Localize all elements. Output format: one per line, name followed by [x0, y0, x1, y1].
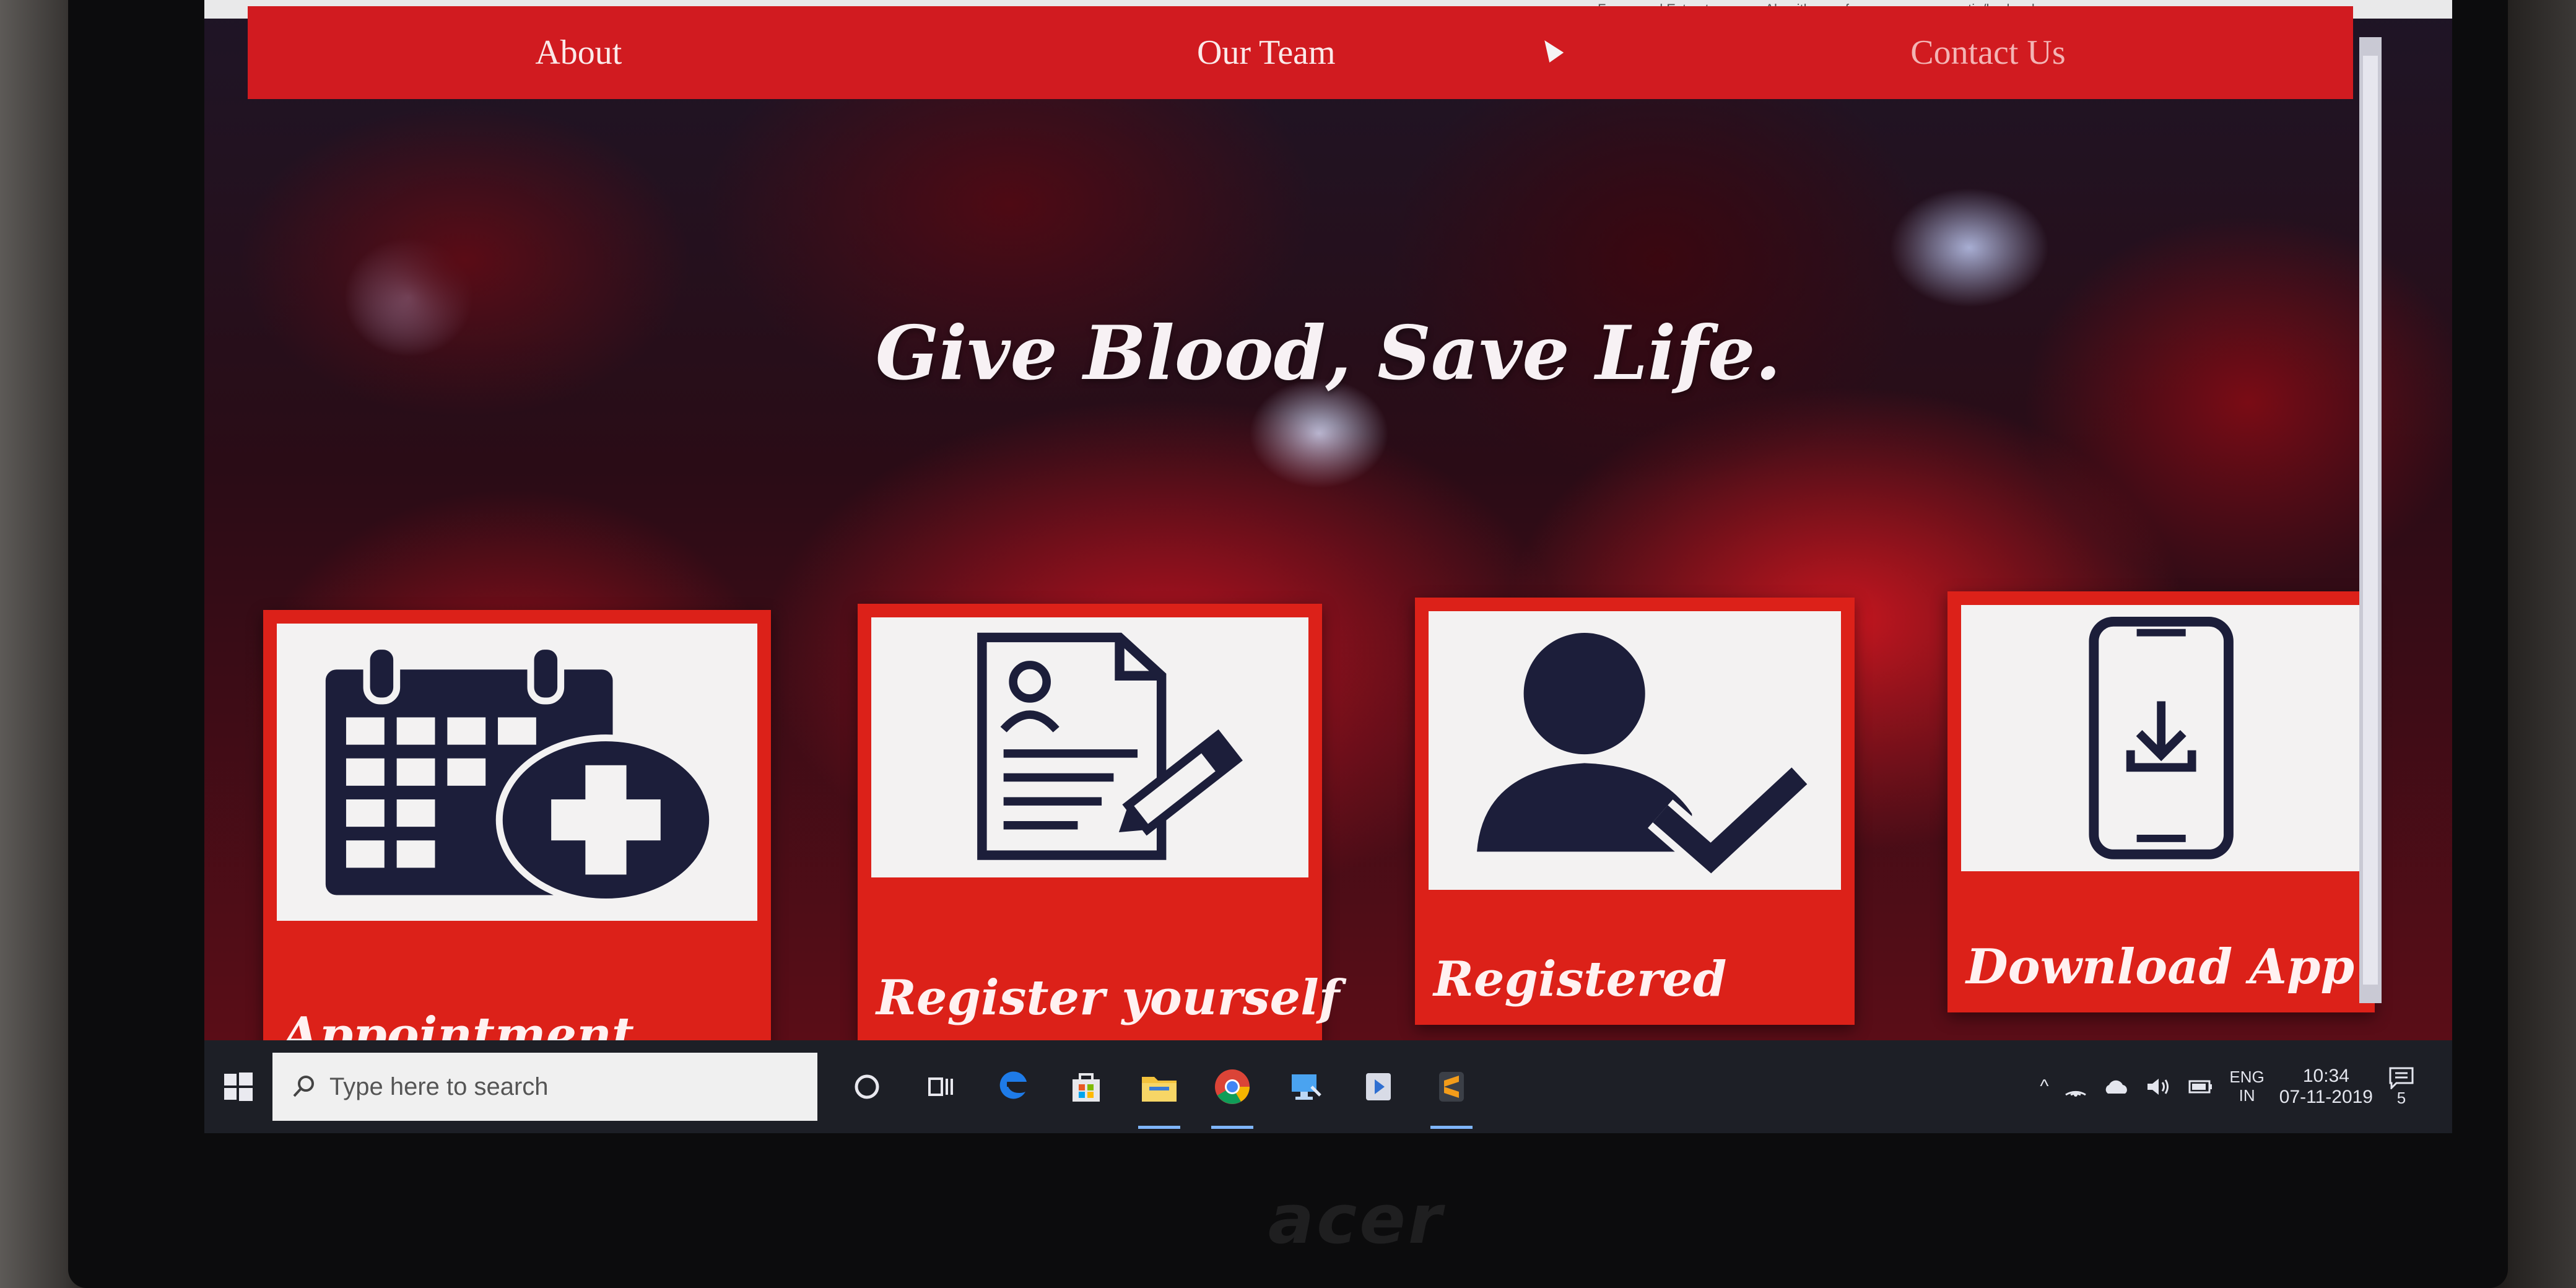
page-scrollbar[interactable]	[2359, 37, 2382, 1003]
remote-desktop-icon[interactable]	[1281, 1062, 1330, 1112]
calendar-plus-icon	[325, 643, 716, 906]
file-explorer-icon[interactable]	[1134, 1062, 1184, 1129]
media-player-icon[interactable]	[1354, 1062, 1403, 1112]
battery-icon[interactable]	[2187, 1077, 2214, 1096]
store-icon[interactable]	[1061, 1062, 1111, 1112]
start-button[interactable]	[204, 1040, 272, 1133]
card-appointment[interactable]: Appointment	[263, 610, 771, 1081]
user-check-icon	[1476, 633, 1812, 879]
task-view-icon[interactable]	[915, 1062, 965, 1112]
search-icon	[293, 1076, 314, 1097]
notification-count: 5	[2396, 1089, 2406, 1108]
taskbar-search[interactable]: Type here to search	[272, 1053, 817, 1121]
chevron-up-icon[interactable]: ^	[2040, 1076, 2048, 1097]
taskbar: Type here to search ^ ENG IN 10:34 07-11…	[204, 1040, 2452, 1133]
taskbar-apps	[842, 1062, 1476, 1129]
sublime-text-icon[interactable]	[1427, 1062, 1476, 1129]
region-code: IN	[2239, 1086, 2255, 1105]
nav-link-contact-us[interactable]: Contact Us	[1910, 33, 2065, 72]
card-image	[871, 617, 1308, 877]
windows-logo-icon	[224, 1073, 253, 1101]
chrome-icon[interactable]	[1208, 1062, 1257, 1129]
clock[interactable]: 10:34 07-11-2019	[2279, 1066, 2373, 1108]
clock-date: 07-11-2019	[2279, 1087, 2373, 1107]
card-label: Register yourself	[876, 970, 1340, 1026]
monitor-brand-logo: acer	[1268, 1180, 1445, 1259]
card-label: Download App	[1966, 939, 2355, 995]
form-edit-icon	[977, 632, 1243, 860]
nav-link-our-team[interactable]: Our Team	[1197, 33, 1336, 72]
language-indicator[interactable]: ENG IN	[2229, 1068, 2264, 1105]
onedrive-icon[interactable]	[2103, 1077, 2130, 1096]
card-registered[interactable]: Registered	[1415, 598, 1855, 1025]
scrollbar-thumb[interactable]	[2363, 56, 2378, 985]
card-image	[1961, 605, 2361, 871]
clock-time: 10:34	[2302, 1065, 2349, 1086]
card-image	[1429, 611, 1841, 890]
card-label: Registered	[1434, 951, 1727, 1007]
card-download-app[interactable]: Download App	[1947, 591, 2375, 1012]
language-code: ENG	[2229, 1068, 2265, 1087]
search-placeholder: Type here to search	[329, 1073, 549, 1100]
screen: Freesound Extracto... Algorithms referen…	[204, 0, 2452, 1133]
notification-icon	[2389, 1067, 2414, 1090]
nav-link-about[interactable]: About	[535, 33, 622, 72]
card-image	[277, 624, 757, 921]
cortana-icon[interactable]	[842, 1062, 892, 1112]
top-nav: About Our Team Contact Us	[248, 6, 2353, 99]
phone-download-icon	[2089, 617, 2234, 859]
action-center-button[interactable]: 5	[2388, 1066, 2415, 1108]
card-register-yourself[interactable]: Register yourself	[858, 604, 1339, 1043]
edge-browser-icon[interactable]	[988, 1062, 1038, 1112]
hero-tagline: Give Blood, Save Life.	[875, 310, 1782, 397]
wifi-icon[interactable]	[2063, 1076, 2088, 1097]
system-tray: ^ ENG IN 10:34 07-11-2019 5	[2040, 1066, 2415, 1108]
volume-icon[interactable]	[2145, 1076, 2172, 1097]
